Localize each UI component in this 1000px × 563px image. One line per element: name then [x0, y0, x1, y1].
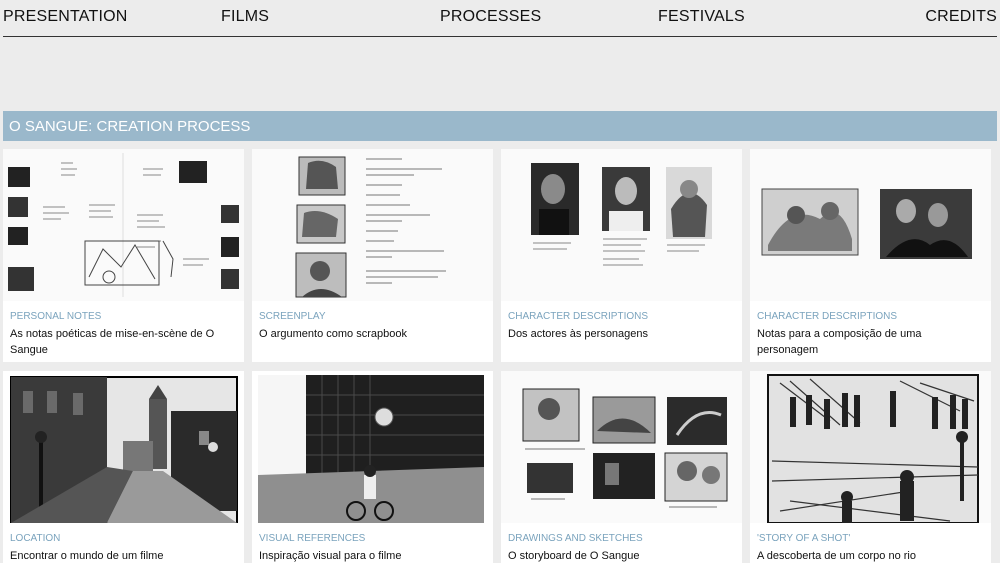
- card-category: 'STORY OF A SHOT': [757, 533, 851, 544]
- card-description: Inspiração visual para o filme: [259, 550, 402, 562]
- card-category: CHARACTER DESCRIPTIONS: [508, 311, 649, 322]
- thumbnail-image: [252, 149, 493, 301]
- nav-processes[interactable]: PROCESSES: [440, 8, 541, 26]
- card-description: Encontrar o mundo de um filme: [10, 550, 164, 562]
- thumbnail-image: [750, 149, 991, 301]
- thumbnail-image: [501, 149, 742, 301]
- card-description: O argumento como scrapbook: [259, 328, 407, 340]
- card-story-of-a-shot[interactable]: 'STORY OF A SHOT' A descoberta de um cor…: [750, 371, 991, 563]
- card-description: Notas para a composição de uma personage…: [757, 328, 922, 356]
- thumbnail-image: [501, 371, 742, 523]
- thumbnail-image: [3, 371, 244, 523]
- card-description: O storyboard de O Sangue: [508, 550, 640, 562]
- nav-presentation[interactable]: PRESENTATION: [3, 8, 128, 26]
- card-character-descriptions[interactable]: CHARACTER DESCRIPTIONS Dos actores às pe…: [501, 149, 742, 362]
- card-drawings-sketches[interactable]: DRAWINGS AND SKETCHES O storyboard de O …: [501, 371, 742, 563]
- card-description: Dos actores às personagens: [508, 328, 649, 340]
- card-category: VISUAL REFERENCES: [259, 533, 366, 544]
- card-personal-notes[interactable]: PERSONAL NOTES As notas poéticas de mise…: [3, 149, 244, 362]
- card-screenplay[interactable]: SCREENPLAY O argumento como scrapbook: [252, 149, 493, 362]
- section-header: O SANGUE: CREATION PROCESS: [3, 111, 997, 141]
- top-navigation: PRESENTATION FILMS PROCESSES FESTIVALS C…: [3, 0, 997, 37]
- thumbnail-image: [3, 149, 244, 301]
- card-category: PERSONAL NOTES: [10, 311, 102, 322]
- card-location[interactable]: LOCATION Encontrar o mundo de um filme: [3, 371, 244, 563]
- thumbnail-image: [750, 371, 991, 523]
- card-category: LOCATION: [10, 533, 61, 544]
- section-title: O SANGUE: CREATION PROCESS: [9, 118, 251, 135]
- nav-credits[interactable]: CREDITS: [925, 8, 997, 26]
- nav-films[interactable]: FILMS: [221, 8, 269, 26]
- card-character-composition[interactable]: CHARACTER DESCRIPTIONS Notas para a comp…: [750, 149, 991, 362]
- card-category: CHARACTER DESCRIPTIONS: [757, 311, 898, 322]
- card-description: As notas poéticas de mise-en-scène de O …: [10, 328, 215, 356]
- card-category: SCREENPLAY: [259, 311, 326, 322]
- card-description: A descoberta de um corpo no rio: [757, 550, 916, 562]
- nav-festivals[interactable]: FESTIVALS: [658, 8, 745, 26]
- card-category: DRAWINGS AND SKETCHES: [508, 533, 643, 544]
- card-visual-references[interactable]: VISUAL REFERENCES Inspiração visual para…: [252, 371, 493, 563]
- thumbnail-image: [252, 371, 493, 523]
